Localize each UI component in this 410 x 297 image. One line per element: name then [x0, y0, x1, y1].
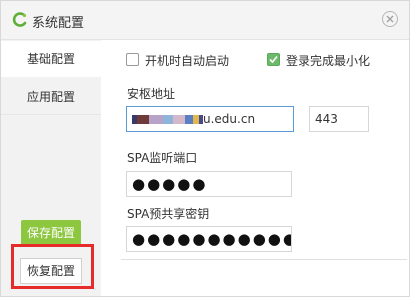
- check-icon: [269, 55, 278, 64]
- autostart-label: 开机时自动启动: [145, 54, 230, 68]
- sidebar-item-basic-config[interactable]: 基础配置: [1, 41, 101, 77]
- redacted-text-block: [173, 115, 185, 124]
- server-address-value: u.edu.cn: [203, 112, 256, 126]
- spa-key-label: SPA预共享密钥: [127, 207, 210, 221]
- system-config-dialog: 系统配置 基础配置 应用配置 保存配置 恢复配置 开机时自动启动 登录完成最小化…: [0, 0, 410, 297]
- save-config-button[interactable]: 保存配置: [21, 220, 81, 246]
- restore-config-button[interactable]: 恢复配置: [20, 258, 82, 284]
- minimize-after-login-label: 登录完成最小化: [286, 54, 371, 68]
- content-divider: [121, 259, 407, 260]
- spa-port-input[interactable]: ●●●●●: [126, 171, 292, 197]
- spa-port-label: SPA监听端口: [127, 151, 198, 165]
- sidebar-item-app-config[interactable]: 应用配置: [1, 79, 101, 115]
- title-bar: 系统配置: [1, 1, 409, 40]
- close-button[interactable]: [382, 11, 398, 27]
- redacted-text-block: [185, 115, 193, 124]
- redacted-text-block: [149, 115, 163, 124]
- server-address-label: 安枢地址: [127, 87, 176, 101]
- close-icon: [386, 15, 394, 23]
- server-port-input[interactable]: 443: [309, 106, 369, 132]
- redacted-text-block: [137, 115, 149, 124]
- spa-key-input[interactable]: ●●●●●●●●●●●: [126, 226, 292, 252]
- server-address-input[interactable]: u.edu.cn: [126, 106, 294, 132]
- redacted-text-block: [163, 115, 173, 124]
- autostart-checkbox[interactable]: [126, 53, 139, 66]
- minimize-after-login-checkbox[interactable]: [267, 53, 280, 66]
- app-logo-icon: [12, 12, 27, 27]
- window-title: 系统配置: [32, 16, 85, 31]
